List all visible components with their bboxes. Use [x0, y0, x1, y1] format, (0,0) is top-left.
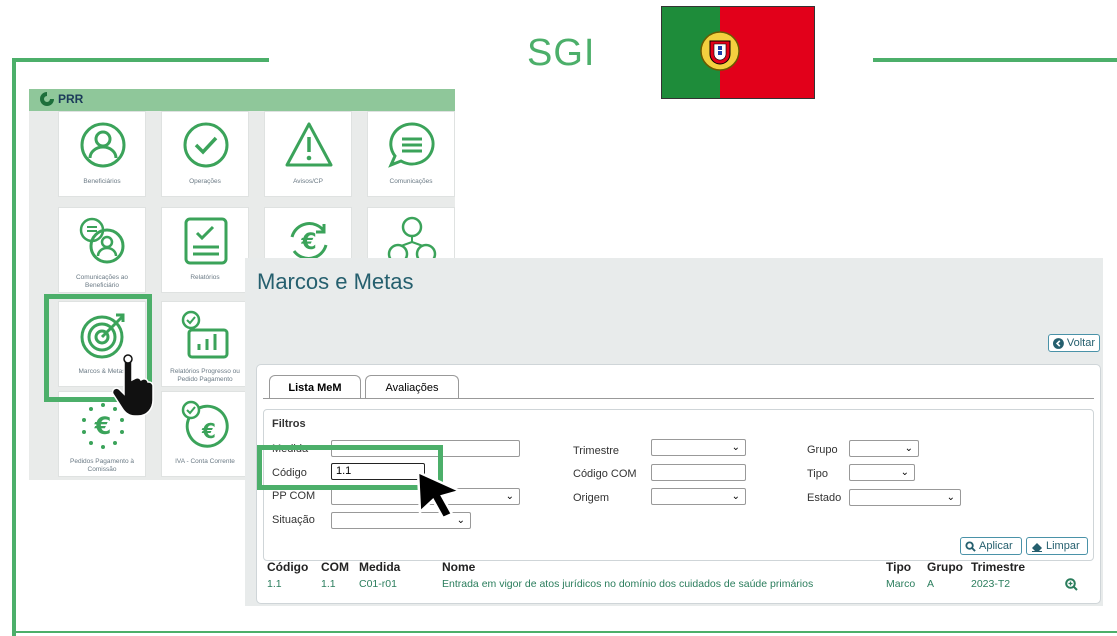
- col-header-trimestre: Trimestre: [971, 560, 1026, 574]
- cell-medida: C01-r01: [359, 578, 397, 590]
- check-circle-icon: [183, 122, 229, 168]
- warning-icon: [285, 122, 333, 167]
- zoom-in-icon[interactable]: [1065, 578, 1078, 591]
- page-title: SGI: [527, 32, 596, 74]
- chevron-down-icon: ⌄: [731, 442, 740, 453]
- eraser-icon: [1032, 542, 1042, 552]
- cell-codigo: 1.1: [267, 578, 282, 590]
- ppcom-label: PP COM: [272, 490, 316, 502]
- trimestre-select[interactable]: ⌄: [651, 439, 746, 456]
- chevron-down-icon: ⌄: [731, 491, 740, 502]
- menu-tile-label: Operações: [189, 178, 221, 185]
- menu-tile[interactable]: Avisos/CP: [264, 111, 352, 197]
- back-button[interactable]: Voltar: [1048, 334, 1100, 352]
- chevron-down-icon: ⌄: [946, 492, 955, 503]
- estado-label: Estado: [807, 492, 842, 504]
- svg-text:€: €: [94, 412, 112, 440]
- header-line-right: [873, 58, 1117, 62]
- origem-label: Origem: [573, 492, 610, 504]
- portugal-flag: [661, 6, 815, 99]
- cell-com: 1.1: [321, 578, 336, 590]
- hand-cursor-icon: [112, 354, 154, 417]
- frame-left-line: [12, 60, 16, 636]
- cell-nome: Entrada em vigor de atos jurídicos no do…: [442, 578, 814, 590]
- filters-heading: Filtros: [272, 418, 306, 430]
- menu-tile-label: Relatórios: [190, 274, 220, 281]
- chart-check-icon: [181, 310, 229, 359]
- chevron-down-icon: ⌄: [904, 443, 913, 454]
- col-header-codigo: Código: [267, 560, 309, 574]
- tab-lista-mem[interactable]: Lista MeM: [269, 375, 361, 399]
- menu-tile[interactable]: Comunicações ao Beneficiário: [58, 207, 146, 293]
- menu-tile-label: Comunicações ao Beneficiário: [75, 274, 129, 289]
- header-line-left: [12, 58, 269, 62]
- col-header-nome: Nome: [442, 560, 476, 574]
- chevron-down-icon: ⌄: [505, 491, 514, 502]
- user-icon: [80, 122, 126, 168]
- logo-text: PRR: [58, 92, 84, 106]
- col-header-com: COM: [321, 560, 349, 574]
- prr-logo: PRR: [39, 91, 83, 107]
- svg-text:€: €: [201, 419, 216, 443]
- marcos-metas-panel: Marcos e Metas Voltar Lista MeM Avaliaçõ…: [245, 258, 1103, 606]
- menu-tile[interactable]: € IVA - Conta Corrente: [161, 391, 249, 477]
- search-icon: [965, 540, 976, 552]
- report-icon: [184, 217, 228, 265]
- codigo-com-label: Código COM: [573, 468, 637, 480]
- menu-tile-label: Relatórios Progresso ou Pedido Pagamento: [170, 368, 240, 383]
- app-header: PRR: [29, 89, 455, 111]
- codigo-com-input[interactable]: [651, 464, 746, 481]
- menu-tile-label: IVA - Conta Corrente: [175, 458, 235, 465]
- tipo-label: Tipo: [807, 468, 828, 480]
- cell-tipo: Marco: [886, 578, 916, 590]
- tab-avaliacoes[interactable]: Avaliações: [365, 375, 459, 399]
- panel-title: Marcos e Metas: [257, 269, 414, 294]
- grupo-select[interactable]: ⌄: [849, 440, 919, 457]
- menu-tile[interactable]: Comunicações: [367, 111, 455, 197]
- chat-icon: [388, 122, 435, 168]
- cell-trimestre: 2023-T2: [971, 578, 1011, 590]
- coat-of-arms-icon: [700, 31, 740, 71]
- frame-bottom-line: [12, 631, 1117, 633]
- arrow-cursor-icon: [416, 470, 464, 520]
- chevron-down-icon: ⌄: [900, 467, 909, 478]
- menu-tile[interactable]: Relatórios: [161, 207, 249, 293]
- grupo-label: Grupo: [807, 444, 838, 456]
- cell-grupo: A: [927, 578, 935, 590]
- svg-text:€: €: [300, 230, 316, 255]
- col-header-grupo: Grupo: [927, 560, 963, 574]
- tipo-select[interactable]: ⌄: [849, 464, 915, 481]
- col-header-medida: Medida: [359, 560, 401, 574]
- menu-tile-label: Comunicações: [389, 178, 433, 185]
- arrow-left-circle-icon: [1053, 337, 1064, 349]
- user-chat-icon: [79, 217, 125, 264]
- apply-button[interactable]: Aplicar: [960, 537, 1022, 555]
- trimestre-label: Trimestre: [573, 445, 620, 457]
- estado-select[interactable]: ⌄: [849, 489, 961, 506]
- origem-select[interactable]: ⌄: [651, 488, 746, 505]
- situacao-label: Situação: [272, 514, 315, 526]
- menu-tile-label: Pedidos Pagamento à Comissão: [70, 458, 134, 473]
- clear-button[interactable]: Limpar: [1026, 537, 1088, 555]
- tab-divider: [263, 398, 1094, 399]
- col-header-tipo: Tipo: [886, 560, 912, 574]
- prr-logo-icon: [40, 92, 54, 106]
- euro-check-icon: €: [181, 400, 229, 448]
- menu-tile[interactable]: Operações: [161, 111, 249, 197]
- menu-tile-label: Avisos/CP: [293, 178, 323, 185]
- menu-tile[interactable]: Beneficiários: [58, 111, 146, 197]
- menu-tile-label: Beneficiários: [83, 178, 121, 185]
- menu-tile[interactable]: Relatórios Progresso ou Pedido Pagamento: [161, 301, 249, 387]
